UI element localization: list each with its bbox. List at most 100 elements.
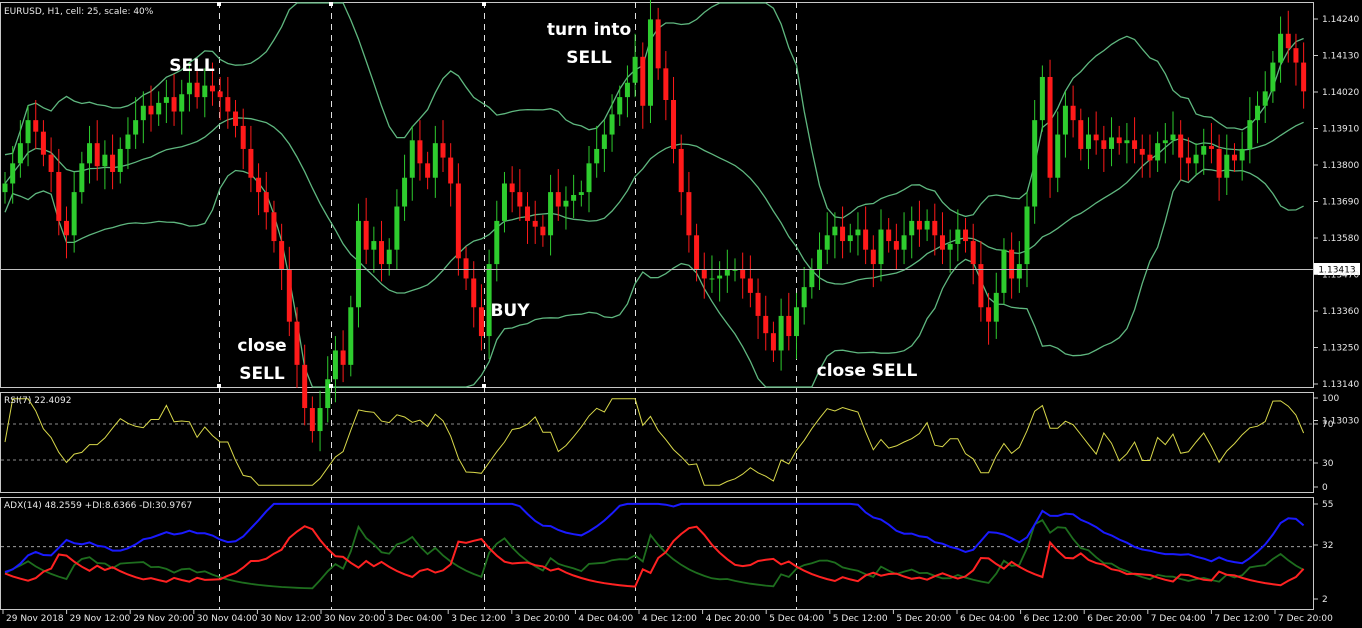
candle: [978, 264, 984, 308]
time-tick-label: 30 Nov 12:00: [260, 614, 321, 624]
candle: [63, 220, 69, 236]
candle: [655, 19, 661, 69]
candle: [1116, 137, 1122, 144]
candle: [1132, 140, 1138, 149]
candle: [33, 120, 39, 132]
annotation-close-sell-2: close SELL: [817, 361, 918, 381]
candle: [117, 148, 123, 172]
candle: [56, 171, 62, 221]
candle: [240, 125, 246, 149]
handle: [329, 384, 333, 388]
candle: [1216, 148, 1222, 178]
price-tick-label: 1.13690: [1322, 198, 1359, 208]
candle: [817, 249, 823, 270]
candle: [294, 321, 300, 365]
rsi-level-label: 70: [1322, 420, 1334, 430]
candle: [1055, 134, 1061, 178]
adx-line: [4, 502, 1305, 573]
candle: [271, 212, 277, 242]
candle: [548, 192, 554, 236]
candle: [225, 97, 231, 112]
candle: [1162, 140, 1168, 144]
candle: [133, 120, 139, 135]
candle: [517, 192, 523, 207]
candle: [709, 278, 715, 280]
time-tick-label: 6 Dec 12:00: [1024, 614, 1079, 624]
candle: [1285, 33, 1291, 49]
candle: [893, 241, 899, 250]
bollinger-middle-band: [4, 117, 1304, 294]
candle: [448, 157, 454, 184]
candle: [640, 56, 646, 106]
rsi-level-label: 0: [1322, 483, 1328, 493]
time-tick-label: 30 Nov 20:00: [324, 614, 385, 624]
candle: [1009, 249, 1015, 279]
candle: [440, 143, 446, 158]
time-tick-label: 3 Dec 12:00: [451, 614, 506, 624]
candle: [939, 235, 945, 250]
candle: [632, 56, 638, 83]
candle: [609, 114, 615, 135]
candle: [955, 229, 961, 244]
price-tick-label: 1.13800: [1322, 161, 1359, 171]
candle: [1039, 76, 1045, 121]
candle: [233, 111, 239, 126]
candle: [1085, 134, 1091, 149]
candle: [1093, 134, 1099, 141]
candle: [463, 258, 469, 279]
adx-level-label: 2: [1322, 595, 1328, 605]
candle: [509, 183, 515, 193]
main-panel-header: EURUSD, H1, cell: 25, scale: 40%: [4, 7, 154, 17]
candle: [793, 307, 799, 337]
candle: [1231, 154, 1237, 161]
candle: [647, 19, 653, 106]
candle: [355, 220, 361, 308]
candle: [532, 220, 538, 227]
candle: [79, 163, 85, 193]
bollinger-upper-band: [4, 2, 1304, 219]
candle: [1201, 146, 1207, 155]
candle: [217, 91, 223, 98]
adx-panel-frame: [0, 497, 1314, 610]
candle: [478, 307, 484, 337]
annotation-sell: SELL: [169, 56, 215, 76]
candle: [71, 192, 77, 236]
bollinger-lower-band: [4, 168, 1304, 388]
candle: [17, 143, 23, 164]
rsi-panel-header: RSI(7) 22.4092: [4, 396, 71, 406]
candle: [471, 278, 477, 308]
candle: [248, 148, 254, 178]
handle: [482, 384, 486, 388]
price-tick-label: 1.13140: [1322, 380, 1359, 390]
candle: [386, 249, 392, 265]
candle: [340, 350, 346, 365]
rsi-panel-frame: [0, 392, 1314, 493]
candle: [855, 229, 861, 236]
candle: [102, 154, 108, 167]
candle: [993, 292, 999, 322]
candle: [717, 275, 723, 279]
candle: [863, 229, 869, 250]
candle: [924, 220, 930, 230]
candle: [94, 143, 100, 167]
candle: [840, 226, 846, 242]
candle: [394, 206, 400, 250]
price-tick-label: 1.13910: [1322, 125, 1359, 135]
price-chart[interactable]: 1.13413 EURUSD, H1, cell: 25, scale: 40%…: [0, 0, 1362, 628]
candle: [1032, 120, 1038, 207]
candle: [402, 177, 408, 207]
adx-panel-header: ADX(14) 48.2559 +DI:8.6366 -DI:30.9767: [4, 501, 192, 511]
candle: [801, 287, 807, 308]
candle: [916, 220, 922, 230]
candle: [963, 229, 969, 242]
candle: [179, 94, 185, 112]
annotation-close-sell-1-line2: SELL: [239, 364, 285, 384]
candle: [371, 241, 377, 250]
candle: [286, 269, 292, 322]
candle: [1147, 154, 1153, 161]
candle: [379, 241, 385, 265]
time-tick-label: 7 Dec 20:00: [1278, 614, 1333, 624]
rsi-level-label: 100: [1322, 394, 1339, 404]
time-tick-label: 5 Dec 20:00: [896, 614, 951, 624]
candle: [256, 177, 262, 193]
